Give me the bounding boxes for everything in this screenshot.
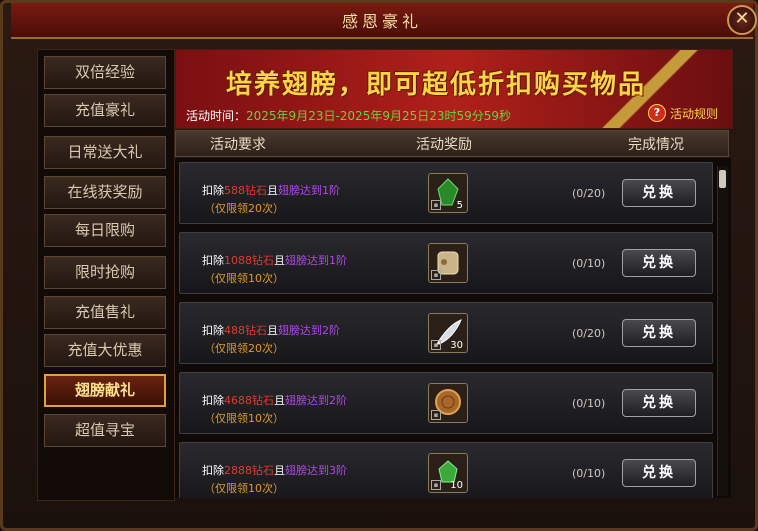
sidebar-item-wing-gift[interactable]: 翅膀献礼 — [44, 374, 166, 407]
req-diamonds: 4688钻石 — [224, 394, 274, 407]
sidebar-item-flash-sale[interactable]: 限时抢购 — [44, 256, 166, 289]
exchange-button[interactable]: 兑换 — [622, 249, 696, 277]
table-row: 扣除4688钻石且翅膀达到2阶 （仅限领10次） ▪ (0/10) 兑换 — [179, 372, 713, 434]
req-prefix: 扣除 — [202, 464, 224, 477]
req-prefix: 扣除 — [202, 324, 224, 337]
row-progress: (0/10) — [572, 257, 606, 270]
req-wing: 翅膀达到2阶 — [285, 394, 347, 407]
period-value: 2025年9月23日-2025年9月25日23时59分59秒 — [246, 109, 512, 123]
window-title: 感恩豪礼 — [341, 12, 422, 31]
req-diamonds: 488钻石 — [224, 324, 267, 337]
title-bar: 感恩豪礼 ✕ — [11, 3, 757, 39]
req-diamonds: 1088钻石 — [224, 254, 274, 267]
sidebar-item-daily-limit[interactable]: 每日限购 — [44, 214, 166, 247]
sidebar: 双倍经验 充值豪礼 日常送大礼 在线获奖励 每日限购 限时抢购 充值售礼 充值大… — [37, 49, 175, 501]
lock-icon: ▪ — [431, 340, 441, 350]
reward-item-slot[interactable]: ▪ — [428, 243, 468, 283]
table-row: 扣除2888钻石且翅膀达到3阶 （仅限领10次） ▪ 10 (0/10) 兑换 — [179, 442, 713, 498]
sidebar-item-recharge-discount[interactable]: 充值大优惠 — [44, 334, 166, 367]
req-and: 且 — [274, 254, 285, 267]
exchange-button[interactable]: 兑换 — [622, 459, 696, 487]
table-row: 扣除1088钻石且翅膀达到1阶 （仅限领10次） ▪ (0/10) 兑换 — [179, 232, 713, 294]
item-quantity: 30 — [450, 340, 463, 351]
row-limit: （仅限领10次） — [204, 272, 284, 285]
event-window: 感恩豪礼 ✕ 双倍经验 充值豪礼 日常送大礼 在线获奖励 每日限购 限时抢购 充… — [0, 0, 758, 531]
reward-item-slot[interactable]: ▪ — [428, 383, 468, 423]
row-limit: （仅限领10次） — [204, 412, 284, 425]
row-requirement: 扣除488钻石且翅膀达到2阶 — [202, 322, 340, 338]
item-quantity: 5 — [456, 200, 463, 211]
item-quantity: 10 — [450, 480, 463, 491]
lock-icon: ▪ — [431, 200, 441, 210]
row-progress: (0/20) — [572, 327, 606, 340]
req-wing: 翅膀达到1阶 — [278, 184, 340, 197]
header-status: 完成情况 — [628, 137, 684, 153]
table-row: 扣除488钻石且翅膀达到2阶 （仅限领20次） ▪ 30 (0/20) 兑换 — [179, 302, 713, 364]
req-and: 且 — [274, 464, 285, 477]
exchange-button[interactable]: 兑换 — [622, 319, 696, 347]
table-header: 活动要求 活动奖励 完成情况 — [175, 130, 729, 157]
req-and: 且 — [267, 184, 278, 197]
req-and: 且 — [267, 324, 278, 337]
period-label: 活动时间： — [186, 109, 247, 123]
req-wing: 翅膀达到3阶 — [285, 464, 347, 477]
event-banner: 培养翅膀，即可超低折扣购买物品 活动时间：2025年9月23日-2025年9月2… — [175, 49, 733, 129]
row-limit: （仅限领10次） — [204, 482, 284, 495]
req-and: 且 — [274, 394, 285, 407]
row-requirement: 扣除2888钻石且翅膀达到3阶 — [202, 462, 347, 478]
close-button[interactable]: ✕ — [727, 5, 757, 35]
req-diamonds: 2888钻石 — [224, 464, 274, 477]
sidebar-item-online-reward[interactable]: 在线获奖励 — [44, 176, 166, 209]
header-reward: 活动奖励 — [416, 137, 472, 153]
row-requirement: 扣除1088钻石且翅膀达到1阶 — [202, 252, 347, 268]
lock-icon: ▪ — [431, 410, 441, 420]
sidebar-item-double-exp[interactable]: 双倍经验 — [44, 56, 166, 89]
close-icon: ✕ — [734, 8, 750, 29]
sidebar-item-daily-gift[interactable]: 日常送大礼 — [44, 136, 166, 169]
reward-item-slot[interactable]: ▪ 30 — [428, 313, 468, 353]
header-requirement: 活动要求 — [210, 137, 266, 153]
reward-item-slot[interactable]: ▪ 5 — [428, 173, 468, 213]
reward-item-slot[interactable]: ▪ 10 — [428, 453, 468, 493]
exchange-button[interactable]: 兑换 — [622, 179, 696, 207]
row-progress: (0/10) — [572, 397, 606, 410]
rules-link[interactable]: ? 活动规则 — [647, 104, 718, 122]
sidebar-item-treasure-hunt[interactable]: 超值寻宝 — [44, 414, 166, 447]
req-wing: 翅膀达到2阶 — [278, 324, 340, 337]
row-progress: (0/20) — [572, 187, 606, 200]
question-icon: ? — [647, 104, 666, 122]
req-wing: 翅膀达到1阶 — [285, 254, 347, 267]
banner-slogan: 培养翅膀，即可超低折扣购买物品 — [226, 70, 647, 100]
reward-list: 扣除588钻石且翅膀达到1阶 （仅限领20次） ▪ 5 (0/20) 兑换 扣除… — [175, 158, 731, 498]
row-limit: （仅限领20次） — [204, 202, 284, 215]
sidebar-item-recharge-sale[interactable]: 充值售礼 — [44, 296, 166, 329]
req-prefix: 扣除 — [202, 184, 224, 197]
sidebar-item-recharge-gift[interactable]: 充值豪礼 — [44, 94, 166, 127]
rules-label: 活动规则 — [669, 106, 718, 121]
lock-icon: ▪ — [431, 480, 441, 490]
row-progress: (0/10) — [572, 467, 606, 480]
table-row: 扣除588钻石且翅膀达到1阶 （仅限领20次） ▪ 5 (0/20) 兑换 — [179, 162, 713, 224]
scrollbar-thumb[interactable] — [719, 170, 726, 188]
list-scrollbar[interactable] — [717, 166, 728, 496]
row-requirement: 扣除4688钻石且翅膀达到2阶 — [202, 392, 347, 408]
req-prefix: 扣除 — [202, 254, 224, 267]
exchange-button[interactable]: 兑换 — [622, 389, 696, 417]
row-limit: （仅限领20次） — [204, 342, 284, 355]
event-period: 活动时间：2025年9月23日-2025年9月25日23时59分59秒 — [186, 107, 511, 124]
row-requirement: 扣除588钻石且翅膀达到1阶 — [202, 182, 340, 198]
req-diamonds: 588钻石 — [224, 184, 267, 197]
req-prefix: 扣除 — [202, 394, 224, 407]
lock-icon: ▪ — [431, 270, 441, 280]
